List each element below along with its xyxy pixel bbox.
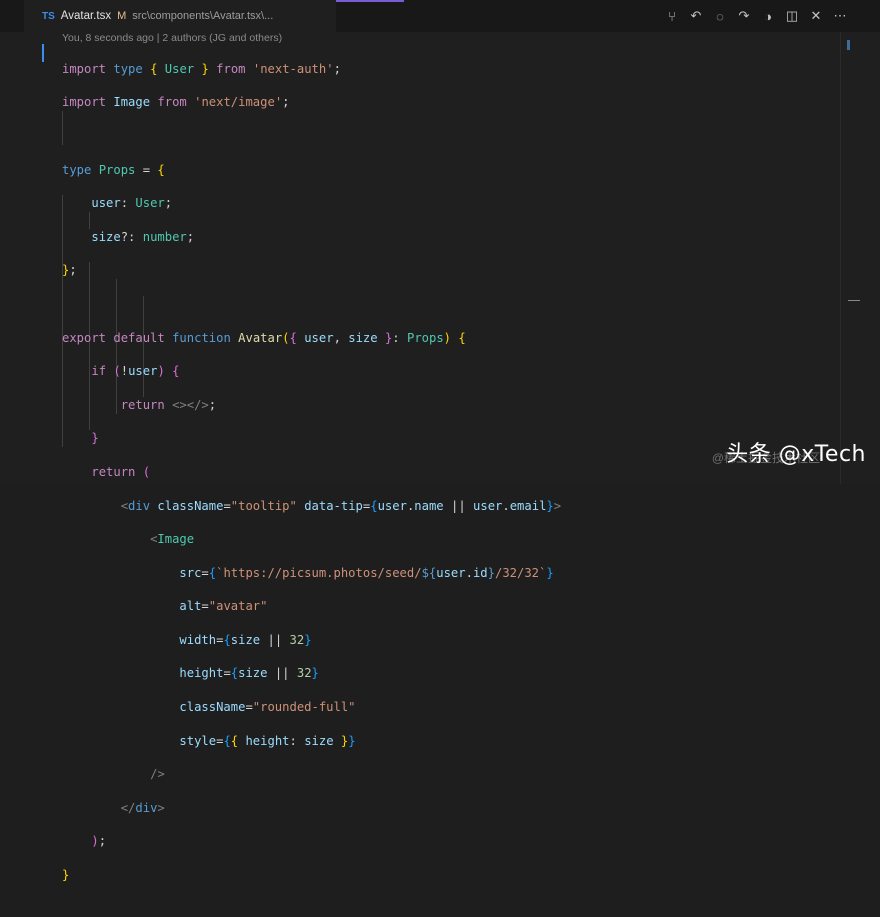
minimap-mark	[847, 40, 850, 50]
code-line: import type { User } from 'next-auth';	[62, 61, 341, 76]
code-line: return <></>;	[120, 397, 217, 412]
code-line: return (	[91, 464, 151, 479]
code-line: user: User;	[91, 196, 173, 211]
code-line: className="rounded-full"	[179, 700, 356, 715]
code-line: export default function Avatar({ user, s…	[62, 330, 466, 345]
code-line: height={size || 32}	[179, 666, 319, 681]
code-line: alt="avatar"	[179, 599, 268, 614]
tab-path: src\components\Avatar.tsx\...	[132, 10, 274, 22]
codelens-blame[interactable]: You, 8 seconds ago | 2 authors (JG and o…	[62, 32, 282, 44]
watermark: 头条 @xTech	[726, 442, 866, 467]
code-line: }	[62, 868, 70, 883]
code-line: type Props = {	[62, 162, 165, 177]
split-editor-icon[interactable]: ◫	[784, 8, 800, 24]
code-line: <div className="tooltip" data-tip={user.…	[120, 498, 562, 513]
code-line: </div>	[120, 800, 165, 815]
more-icon[interactable]: ⋯	[832, 8, 848, 24]
code-line: };	[62, 263, 77, 278]
active-indicator	[336, 0, 404, 2]
code-line: src={`https://picsum.photos/seed/${user.…	[179, 565, 554, 580]
code-line: );	[91, 834, 107, 849]
code-line: style={{ height: size }}	[179, 733, 356, 748]
source-control-icon[interactable]: ⑂	[664, 8, 680, 24]
go-back-icon[interactable]: ↶	[688, 8, 704, 24]
toggle-icon[interactable]: ◑	[760, 8, 776, 24]
tab-avatar-tsx[interactable]: TS Avatar.tsx M src\components\Avatar.ts…	[24, 0, 336, 32]
modified-badge: M	[117, 10, 127, 22]
scrollbar[interactable]	[840, 32, 841, 484]
code-line: width={size || 32}	[179, 632, 312, 647]
code-line: import Image from 'next/image';	[62, 95, 290, 110]
close-icon[interactable]: ✕	[808, 8, 824, 24]
circle-icon[interactable]: ◌	[712, 8, 728, 24]
editor-actions: ⑂ ↶ ◌ ↷ ◑ ◫ ✕ ⋯	[664, 8, 848, 24]
code-editor[interactable]: You, 8 seconds ago | 2 authors (JG and o…	[0, 32, 880, 882]
code-content: import type { User } from 'next-auth'; i…	[62, 44, 561, 917]
code-line: }	[91, 431, 99, 446]
typescript-icon: TS	[42, 10, 55, 22]
tab-filename: Avatar.tsx	[60, 10, 112, 22]
git-gutter-mark	[42, 44, 44, 62]
tab-bar: TS Avatar.tsx M src\components\Avatar.ts…	[0, 0, 880, 32]
code-line: if (!user) {	[91, 364, 180, 379]
code-line: />	[150, 767, 165, 782]
go-forward-icon[interactable]: ↷	[736, 8, 752, 24]
minimap-line	[848, 300, 860, 301]
code-line: size?: number;	[91, 229, 195, 244]
code-line: <Image	[150, 532, 195, 547]
